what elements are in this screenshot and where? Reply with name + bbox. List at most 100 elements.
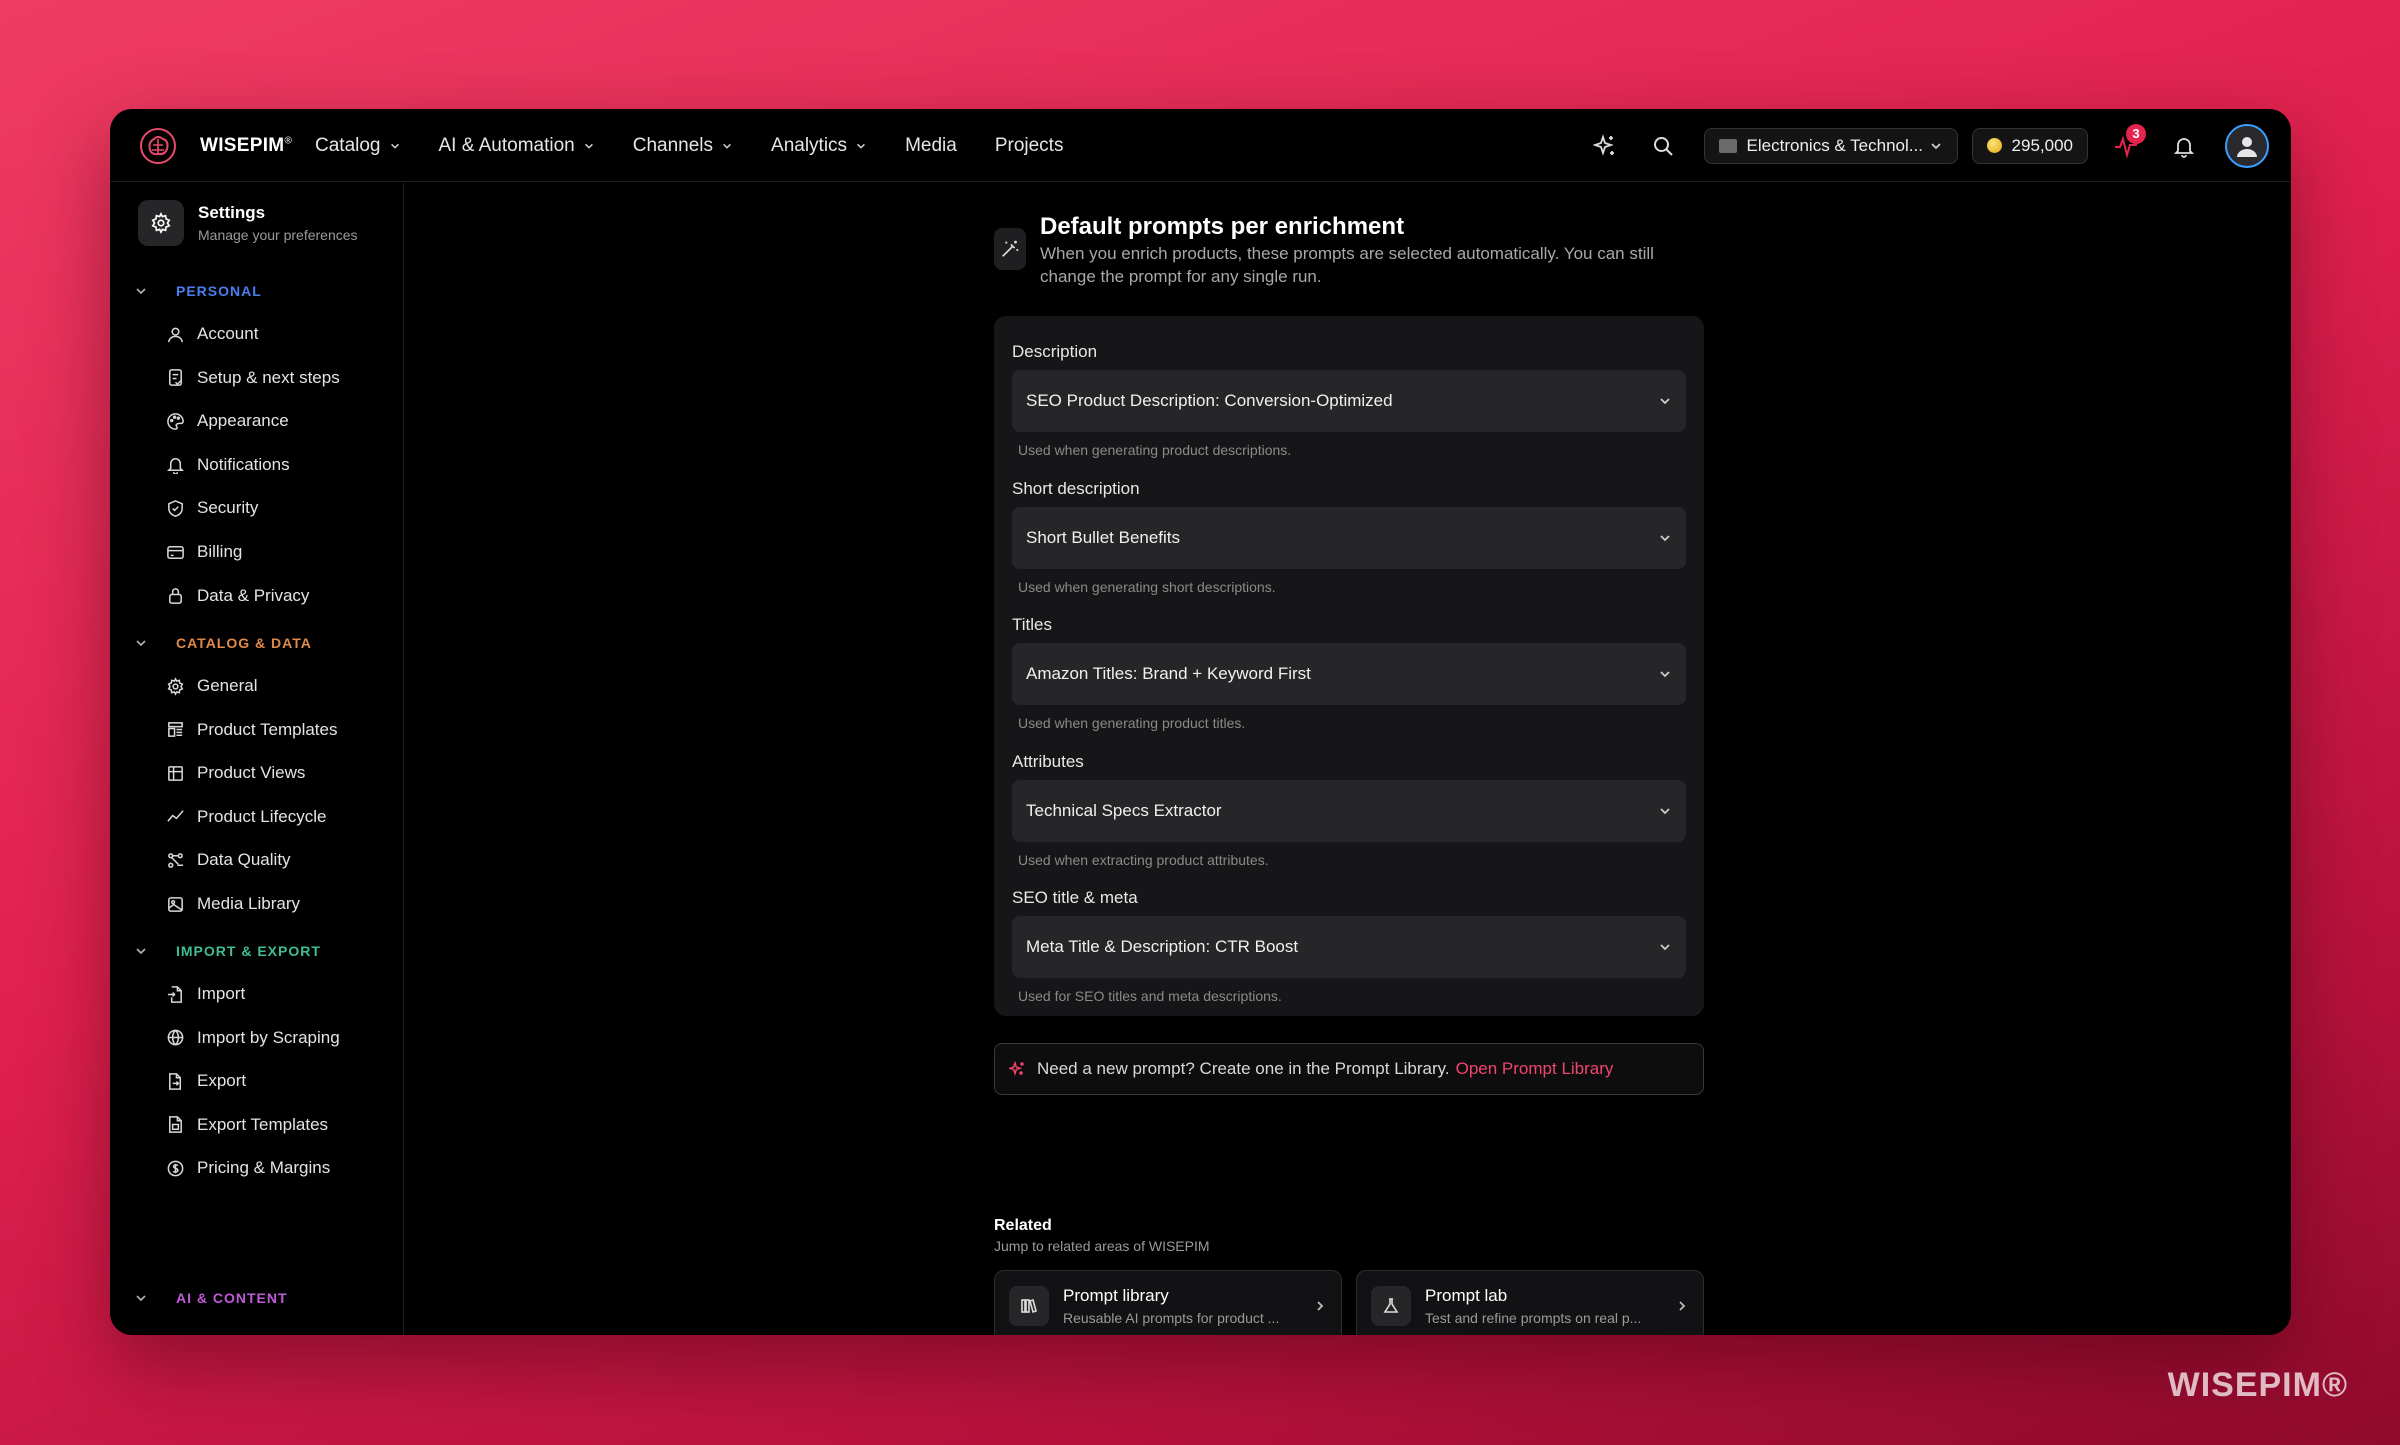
library-books-icon (1021, 1298, 1037, 1314)
nav-label: Projects (994, 134, 1064, 156)
credits-display[interactable]: 295,000 (1971, 127, 2088, 164)
trend-line-icon (167, 810, 184, 823)
section-label: PERSONAL (176, 283, 262, 299)
sidebar-item-pricing-margins[interactable]: Pricing & Margins (166, 1158, 330, 1178)
notice-text: Need a new prompt? Create one in the Pro… (1037, 1059, 1450, 1078)
brain-logo-icon[interactable] (138, 126, 178, 166)
sidebar-item-security[interactable]: Security (166, 498, 258, 518)
header-tools: Electronics & Technol... 295,000 3 (1576, 109, 2269, 182)
field-label: Titles (1012, 615, 1052, 634)
sidebar-item-notifications[interactable]: Notifications (166, 455, 290, 475)
image-icon (168, 896, 183, 912)
notifications-button[interactable] (2164, 126, 2204, 166)
search-button[interactable] (1643, 126, 1683, 166)
chevron-down-icon (1660, 398, 1670, 405)
nav-media[interactable]: Media (905, 135, 957, 157)
sidebar-item-billing[interactable]: Billing (166, 542, 242, 562)
sidebar-item-general[interactable]: General (166, 676, 257, 696)
prompt-select[interactable]: Meta Title & Description: CTR Boost (1012, 916, 1686, 978)
section-ai-content[interactable]: AI & CONTENT (134, 1290, 288, 1306)
chevron-down-icon (857, 143, 866, 149)
flask-icon (1383, 1298, 1399, 1313)
prompt-select[interactable]: SEO Product Description: Conversion-Opti… (1012, 370, 1686, 432)
sidebar-item-media-library[interactable]: Media Library (166, 894, 300, 914)
ai-sparkle-button[interactable] (1585, 126, 1625, 166)
prompt-select[interactable]: Short Bullet Benefits (1012, 506, 1686, 569)
activity-button[interactable]: 3 (2106, 123, 2146, 166)
related-title: Related (994, 1217, 1052, 1234)
related-card-prompt-library[interactable]: Prompt library Reusable AI prompts for p… (994, 1270, 1342, 1335)
sidebar-item-product-templates[interactable]: Product Templates (166, 720, 337, 740)
file-import-icon (167, 985, 182, 1003)
credit-card-icon (167, 545, 184, 559)
sidebar-item-label: Export Templates (197, 1114, 329, 1134)
nav-channels[interactable]: Channels (633, 135, 733, 157)
section-personal[interactable]: PERSONAL (134, 283, 262, 299)
bell-icon (2173, 137, 2195, 158)
sidebar-item-label: Pricing & Margins (197, 1158, 331, 1178)
chevron-down-icon (136, 640, 146, 647)
user-avatar-button[interactable] (2225, 123, 2269, 168)
field-hint: Used when generating short descriptions. (1018, 578, 1276, 595)
prompt-select[interactable]: Technical Specs Extractor (1012, 779, 1686, 842)
sidebar-item-label: Account (197, 324, 259, 343)
field-hint: Used when extracting product attributes. (1018, 851, 1269, 868)
nav-analytics[interactable]: Analytics (771, 135, 867, 157)
sidebar-item-data-privacy[interactable]: Data & Privacy (166, 586, 309, 606)
related-card-prompt-lab[interactable]: Prompt lab Test and refine prompts on re… (1356, 1270, 1704, 1335)
select-value: Meta Title & Description: CTR Boost (1026, 937, 1299, 956)
workspace-label: Electronics & Technol... (1746, 135, 1923, 155)
coin-icon (1986, 138, 2002, 153)
prompt-select[interactable]: Amazon Titles: Brand + Keyword First (1012, 643, 1686, 705)
prompt-library-notice: Need a new prompt? Create one in the Pro… (994, 1043, 1704, 1095)
select-value: Amazon Titles: Brand + Keyword First (1026, 664, 1311, 683)
select-value: Technical Specs Extractor (1026, 800, 1222, 820)
field-label: SEO title & meta (1012, 888, 1138, 907)
section-label: IMPORT & EXPORT (176, 943, 321, 959)
sidebar-item-label: Setup & next steps (197, 367, 340, 387)
folder-icon (1718, 138, 1737, 153)
section-catalog-data[interactable]: CATALOG & DATA (134, 635, 312, 651)
chevron-down-icon (584, 143, 593, 149)
chevron-down-icon (1930, 142, 1941, 149)
sidebar-item-data-quality[interactable]: Data Quality (166, 850, 291, 870)
top-navbar: WISEPIM® Catalog AI & Automation Channels A… (110, 109, 2291, 182)
nav-label: Catalog (315, 134, 381, 156)
brand-name[interactable]: WISEPIM® (200, 135, 292, 157)
sidebar-item-product-lifecycle[interactable]: Product Lifecycle (166, 807, 326, 827)
page-description: When you enrich products, these prompts … (1040, 244, 1654, 286)
sidebar-item-export-templates[interactable]: Export Templates (166, 1115, 328, 1135)
sidebar-item-account[interactable]: Account (166, 324, 258, 344)
bell-icon (167, 458, 184, 475)
open-prompt-library-link[interactable]: Open Prompt Library (1456, 1059, 1614, 1079)
sidebar-item-export[interactable]: Export (166, 1071, 246, 1091)
nav-ai-automation[interactable]: AI & Automation (439, 135, 595, 157)
sidebar-item-product-views[interactable]: Product Views (166, 763, 305, 783)
prompt-field-titles: Titles Amazon Titles: Brand + Keyword Fir… (1012, 615, 1686, 731)
sidebar-item-label: Data & Privacy (197, 585, 310, 605)
sidebar-item-appearance[interactable]: Appearance (166, 411, 289, 431)
prompt-field-seo-title-meta: SEO title & meta Meta Title & Description… (1012, 888, 1686, 1004)
nav-label: Media (905, 134, 957, 156)
sidebar-item-import-by-scraping[interactable]: Import by Scraping (166, 1028, 340, 1048)
related-card-subtitle: Test and refine prompts on real p... (1425, 1310, 1642, 1326)
sidebar-item-setup-next-steps[interactable]: Setup & next steps (166, 368, 340, 388)
field-hint: Used when generating product titles. (1018, 715, 1246, 731)
nav-projects[interactable]: Projects (995, 135, 1064, 157)
app-window: WISEPIM® Catalog AI & Automation Channels A… (110, 109, 2291, 1335)
nav-catalog[interactable]: Catalog (315, 135, 401, 157)
sidebar-item-import[interactable]: Import (166, 984, 245, 1004)
nav-label: Analytics (771, 134, 848, 156)
main-nav: Catalog AI & Automation Channels Analytics M… (315, 109, 1101, 182)
library-books-tile (1009, 1286, 1049, 1326)
sidebar-item-label: Product Lifecycle (197, 806, 327, 826)
chevron-down-icon (1660, 671, 1670, 678)
notification-count-badge: 3 (2126, 123, 2146, 144)
workspace-selector[interactable]: Electronics & Technol... (1703, 127, 1958, 164)
search-icon (1653, 136, 1673, 156)
sidebar-item-label: Appearance (197, 411, 289, 431)
user-icon (168, 327, 183, 342)
section-label: AI & CONTENT (176, 1290, 288, 1306)
field-label: Description (1012, 342, 1098, 361)
section-import-export[interactable]: IMPORT & EXPORT (134, 943, 321, 959)
